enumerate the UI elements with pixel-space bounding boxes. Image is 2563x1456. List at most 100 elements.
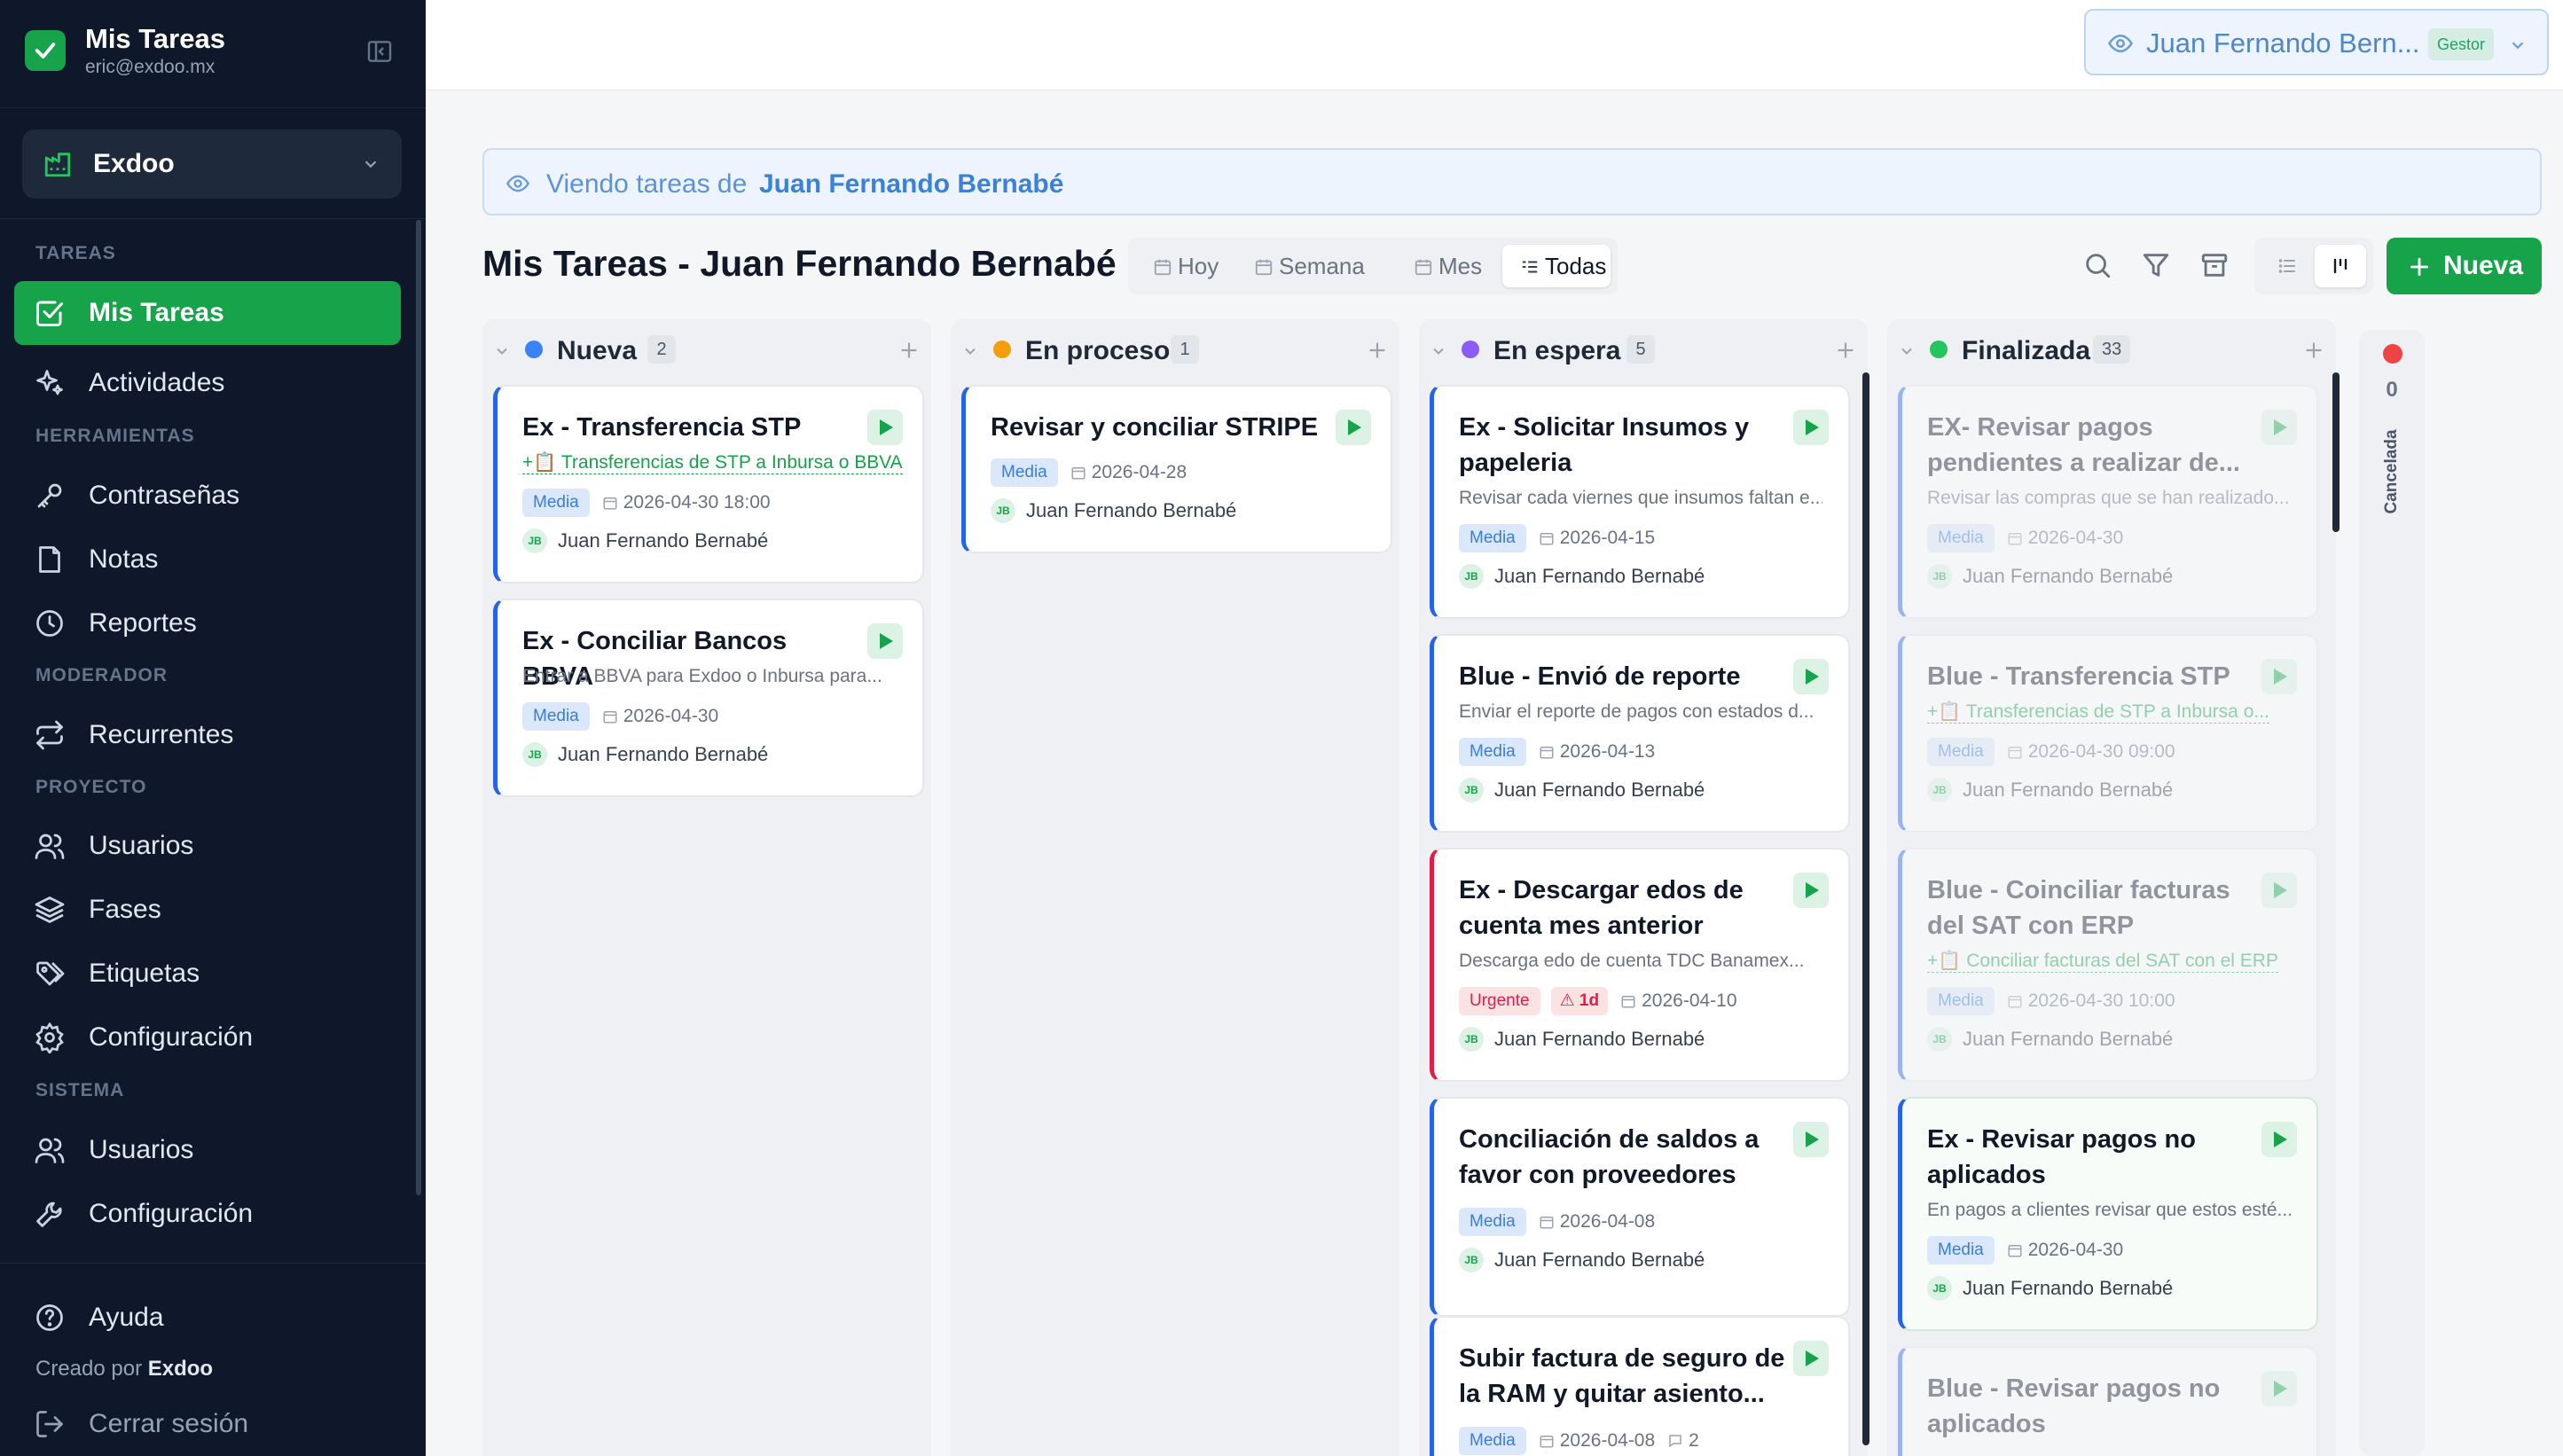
filter-icon[interactable] xyxy=(2141,250,2176,286)
play-icon[interactable] xyxy=(2261,1122,2297,1157)
linked-task[interactable]: +📋 Transferencias de STP a Inbursa o BBV… xyxy=(522,452,903,474)
repeat-icon xyxy=(34,719,66,751)
add-task-icon[interactable] xyxy=(897,339,921,362)
sidebar-item-fases[interactable]: Fases xyxy=(14,878,401,942)
chevron-down-icon[interactable] xyxy=(1898,342,1916,360)
sidebar-item-reportes[interactable]: Reportes xyxy=(14,591,401,655)
tab-semana[interactable]: Semana xyxy=(1236,245,1389,287)
avatar: JB xyxy=(1927,564,1952,589)
search-icon[interactable] xyxy=(2082,250,2118,286)
column-nueva: Nueva 2 Ex - Transferencia STP +📋 Transf… xyxy=(482,319,931,1456)
due-date: 2026-04-30 09:00 xyxy=(2007,741,2175,763)
archive-icon[interactable] xyxy=(2199,250,2235,286)
task-card[interactable]: Subir factura de seguro de la RAM y quit… xyxy=(1430,1316,1850,1456)
play-icon[interactable] xyxy=(2261,659,2297,694)
tab-hoy[interactable]: Hoy xyxy=(1135,245,1229,287)
task-card[interactable]: Conciliación de saldos a favor con prove… xyxy=(1430,1097,1850,1317)
play-icon[interactable] xyxy=(1793,873,1829,908)
task-card[interactable]: Blue - Envió de reporte Enviar el report… xyxy=(1430,634,1850,833)
linked-task[interactable]: +📋 Conciliar facturas del SAT con el ERP xyxy=(1927,951,2278,973)
tab-mes[interactable]: Mes xyxy=(1396,245,1495,287)
sidebar-item-notas[interactable]: Notas xyxy=(14,528,401,591)
sidebar-item-usuarios-proyecto[interactable]: Usuarios xyxy=(14,814,401,878)
sidebar-item-label: Configuración xyxy=(89,1199,254,1228)
task-title: Ex - Solicitar Insumos y papeleria xyxy=(1459,413,1750,477)
task-card[interactable]: Ex - Revisar pagos no aplicados En pagos… xyxy=(1898,1097,2318,1331)
status-dot xyxy=(1462,341,1479,358)
task-card[interactable]: Revisar y conciliar STRIPE Media 2026-04… xyxy=(961,385,1392,553)
task-card[interactable]: Ex - Descargar edos de cuenta mes anteri… xyxy=(1430,848,1850,1082)
tab-todas[interactable]: Todas xyxy=(1502,245,1611,287)
status-dot xyxy=(2383,344,2402,364)
sidebar-item-contrasenas[interactable]: Contraseñas xyxy=(14,464,401,528)
calendar-icon xyxy=(1540,533,1554,545)
selected-user-name: Juan Fernando Bern... xyxy=(2146,27,2420,59)
sidebar-item-etiquetas[interactable]: Etiquetas xyxy=(14,942,401,1006)
add-task-icon[interactable] xyxy=(1366,339,1389,362)
play-icon[interactable] xyxy=(2261,873,2297,908)
new-task-button[interactable]: Nueva xyxy=(2387,238,2542,294)
task-title: Blue - Coinciliar facturas del SAT con E… xyxy=(1927,876,2230,940)
column-name: En espera xyxy=(1493,336,1621,365)
avatar: JB xyxy=(522,742,547,767)
logout-button[interactable]: Cerrar sesión xyxy=(14,1392,401,1456)
play-icon[interactable] xyxy=(867,410,903,445)
calendar-icon xyxy=(1153,257,1172,277)
column-scrollbar[interactable] xyxy=(2332,372,2340,532)
column-cancelada-collapsed[interactable]: 0 Cancelada xyxy=(2359,330,2425,1456)
add-task-icon[interactable] xyxy=(2302,339,2325,362)
task-meta: Media 2026-04-30 xyxy=(522,701,718,732)
sidebar-scrollbar[interactable] xyxy=(416,220,421,1195)
task-card[interactable]: Ex - Conciliar Bancos BBVA Entrar a BBVA… xyxy=(493,599,924,797)
user-selector[interactable]: Juan Fernando Bern... Gestor xyxy=(2084,9,2549,75)
eye-icon xyxy=(506,171,530,196)
assignee: JB Juan Fernando Bernabé xyxy=(1927,1276,2173,1301)
due-date: 2026-04-08 xyxy=(1539,1430,1655,1452)
sidebar-item-actividades[interactable]: Actividades xyxy=(14,351,401,415)
assignee-name: Juan Fernando Bernabé xyxy=(1963,779,2174,801)
chevron-down-icon[interactable] xyxy=(1430,342,1447,360)
play-icon[interactable] xyxy=(2261,410,2297,445)
play-icon[interactable] xyxy=(1336,410,1371,445)
help-link[interactable]: Ayuda xyxy=(14,1286,401,1350)
workspace-select[interactable]: Exdoo xyxy=(22,129,402,199)
calendar-icon xyxy=(2008,747,2022,759)
calendar-icon xyxy=(2008,533,2022,545)
add-task-icon[interactable] xyxy=(1834,339,1857,362)
chevron-down-icon[interactable] xyxy=(961,342,979,360)
sidebar-item-configuracion-proyecto[interactable]: Configuración xyxy=(14,1006,401,1069)
task-card[interactable]: Ex - Transferencia STP +📋 Transferencias… xyxy=(493,385,924,583)
list-view-icon[interactable] xyxy=(2261,245,2313,287)
assignee: JB Juan Fernando Bernabé xyxy=(1927,1027,2173,1052)
linked-task[interactable]: +📋 Transferencias de STP a Inbursa o... xyxy=(1927,701,2269,724)
assignee: JB Juan Fernando Bernabé xyxy=(1459,1248,1705,1272)
task-card[interactable]: Blue - Coinciliar facturas del SAT con E… xyxy=(1898,848,2318,1082)
sidebar-item-mis-tareas[interactable]: Mis Tareas xyxy=(14,281,401,345)
task-card[interactable]: Blue - Transferencia STP +📋 Transferenci… xyxy=(1898,634,2318,833)
plus-icon xyxy=(2408,255,2431,278)
collapse-sidebar-icon[interactable] xyxy=(365,37,394,66)
task-card[interactable]: Ex - Solicitar Insumos y papeleria Revis… xyxy=(1430,385,1850,619)
status-dot xyxy=(1930,341,1948,358)
due-date: 2026-04-30 xyxy=(2007,1240,2123,1261)
task-meta: Media 2026-04-15 xyxy=(1459,523,1655,553)
sidebar-item-label: Usuarios xyxy=(89,831,194,860)
sidebar-item-recurrentes[interactable]: Recurrentes xyxy=(14,703,401,767)
sidebar-item-usuarios-sistema[interactable]: Usuarios xyxy=(14,1118,401,1182)
play-icon[interactable] xyxy=(2261,1371,2297,1406)
column-count: 2 xyxy=(647,335,676,364)
chevron-down-icon[interactable] xyxy=(493,342,511,360)
play-icon[interactable] xyxy=(1793,410,1829,445)
user-email: eric@exdoo.mx xyxy=(85,57,216,77)
task-meta: Media 2026-04-30 18:00 xyxy=(522,488,771,518)
play-icon[interactable] xyxy=(1793,659,1829,694)
avatar: JB xyxy=(1927,1027,1952,1052)
play-icon[interactable] xyxy=(1793,1122,1829,1157)
task-card[interactable]: Blue - Revisar pagos no aplicados xyxy=(1898,1346,2318,1456)
play-icon[interactable] xyxy=(1793,1341,1829,1376)
play-icon[interactable] xyxy=(867,623,903,659)
task-card[interactable]: EX- Revisar pagos pendientes a realizar … xyxy=(1898,385,2318,619)
kanban-view-icon[interactable] xyxy=(2315,245,2366,287)
column-scrollbar[interactable] xyxy=(1862,372,1869,1445)
sidebar-item-configuracion-sistema[interactable]: Configuración xyxy=(14,1182,401,1246)
